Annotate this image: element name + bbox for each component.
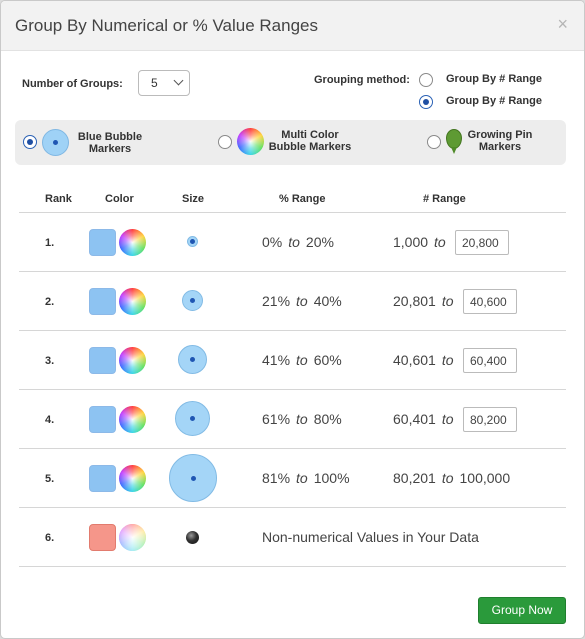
pct-range: 21% to 40% — [262, 293, 342, 309]
table-row: 3. 41% to 60% 40,601 to 60,400 — [19, 331, 566, 390]
pct-range: 41% to 60% — [262, 352, 342, 368]
table-header: Rank Color Size % Range # Range — [19, 187, 566, 213]
row-rank: 4. — [45, 414, 55, 426]
marker-option-blue-bubble[interactable]: Blue Bubble Markers — [15, 120, 185, 165]
blue-bubble-icon — [42, 129, 69, 156]
color-wheel-icon[interactable] — [119, 524, 146, 551]
color-swatch[interactable] — [89, 524, 116, 551]
marker-option-blue-bubble-radio[interactable] — [23, 135, 37, 149]
grouping-option-1-radio[interactable] — [419, 73, 433, 87]
table-row-non-numeric: 6. Non-numerical Values in Your Data — [19, 508, 566, 567]
marker-type-selector: Blue Bubble Markers Multi Color Bubble M… — [15, 120, 566, 165]
pct-range: 81% to 100% — [262, 470, 350, 486]
row-rank: 6. — [45, 532, 55, 544]
pct-range: 61% to 80% — [262, 411, 342, 427]
header-pct-range: % Range — [279, 193, 326, 205]
color-swatch[interactable] — [89, 288, 116, 315]
size-bubble-icon — [169, 454, 217, 502]
num-range-to-input[interactable]: 20,800 — [455, 230, 509, 255]
table-row: 2. 21% to 40% 20,801 to 40,600 — [19, 272, 566, 331]
pct-range: 0% to 20% — [262, 234, 334, 250]
size-bubble-icon — [178, 345, 207, 374]
row-rank: 3. — [45, 355, 55, 367]
dialog-title: Group By Numerical or % Value Ranges — [15, 16, 318, 35]
num-range-to-input[interactable]: 40,600 — [463, 289, 517, 314]
green-pin-icon — [446, 129, 462, 154]
num-range-from: 40,601 to — [393, 352, 454, 368]
row-rank: 1. — [45, 237, 55, 249]
header-size: Size — [182, 193, 205, 205]
num-range-from: 60,401 to — [393, 411, 454, 427]
grouping-option-2[interactable]: Group By # Range — [419, 95, 542, 109]
black-dot-icon — [186, 531, 199, 544]
marker-option-multi-color[interactable]: Multi Color Bubble Markers — [215, 120, 365, 165]
number-of-groups-select[interactable]: 5 — [138, 70, 190, 96]
color-swatch[interactable] — [89, 465, 116, 492]
color-wheel-icon[interactable] — [119, 465, 146, 492]
num-range-from: 1,000 to — [393, 234, 446, 250]
grouping-option-1-label: Group By # Range — [446, 73, 542, 85]
color-wheel-icon — [237, 128, 264, 155]
row-rank: 2. — [45, 296, 55, 308]
size-bubble-icon — [187, 236, 198, 247]
table-row: 4. 61% to 80% 60,401 to 80,200 — [19, 390, 566, 449]
options-bar: Number of Groups: 5 Grouping method: Gro… — [1, 51, 584, 121]
chevron-down-icon — [173, 75, 184, 86]
color-swatch[interactable] — [89, 347, 116, 374]
color-swatch[interactable] — [89, 406, 116, 433]
num-range-to-input[interactable]: 80,200 — [463, 407, 517, 432]
color-swatch[interactable] — [89, 229, 116, 256]
number-of-groups-label: Number of Groups: — [22, 78, 123, 90]
grouping-option-2-radio[interactable] — [419, 95, 433, 109]
grouping-option-2-label: Group By # Range — [446, 95, 542, 107]
marker-option-growing-pin-radio[interactable] — [427, 135, 441, 149]
number-of-groups-value: 5 — [151, 76, 158, 90]
group-by-dialog: Group By Numerical or % Value Ranges × N… — [0, 0, 585, 639]
marker-option-multi-color-label: Multi Color Bubble Markers — [268, 129, 352, 153]
marker-option-growing-pin[interactable]: Growing Pin Markers — [424, 120, 564, 165]
num-range-from: 20,801 to — [393, 293, 454, 309]
grouping-option-1[interactable]: Group By # Range — [419, 73, 542, 87]
table-row: 5. 81% to 100% 80,201 to 100,000 — [19, 449, 566, 508]
marker-option-blue-bubble-label: Blue Bubble Markers — [77, 131, 143, 155]
size-bubble-icon — [175, 401, 210, 436]
header-num-range: # Range — [423, 193, 466, 205]
color-wheel-icon[interactable] — [119, 406, 146, 433]
size-bubble-icon — [182, 290, 203, 311]
groups-table: Rank Color Size % Range # Range 1. 0% to 2… — [19, 187, 566, 567]
color-wheel-icon[interactable] — [119, 288, 146, 315]
row-rank: 5. — [45, 473, 55, 485]
table-row: 1. 0% to 20% 1,000 to 20,800 — [19, 213, 566, 272]
close-icon[interactable]: × — [557, 15, 568, 33]
marker-option-growing-pin-label: Growing Pin Markers — [467, 129, 533, 153]
grouping-method-label: Grouping method: — [314, 74, 410, 86]
dialog-header: Group By Numerical or % Value Ranges × — [1, 1, 584, 51]
non-numeric-text: Non-numerical Values in Your Data — [262, 529, 479, 545]
num-range-to-input[interactable]: 60,400 — [463, 348, 517, 373]
color-wheel-icon[interactable] — [119, 229, 146, 256]
header-color: Color — [105, 193, 134, 205]
header-rank: Rank — [45, 193, 72, 205]
color-wheel-icon[interactable] — [119, 347, 146, 374]
group-now-button[interactable]: Group Now — [478, 597, 566, 624]
num-range: 80,201 to 100,000 — [393, 470, 511, 486]
marker-option-multi-color-radio[interactable] — [218, 135, 232, 149]
